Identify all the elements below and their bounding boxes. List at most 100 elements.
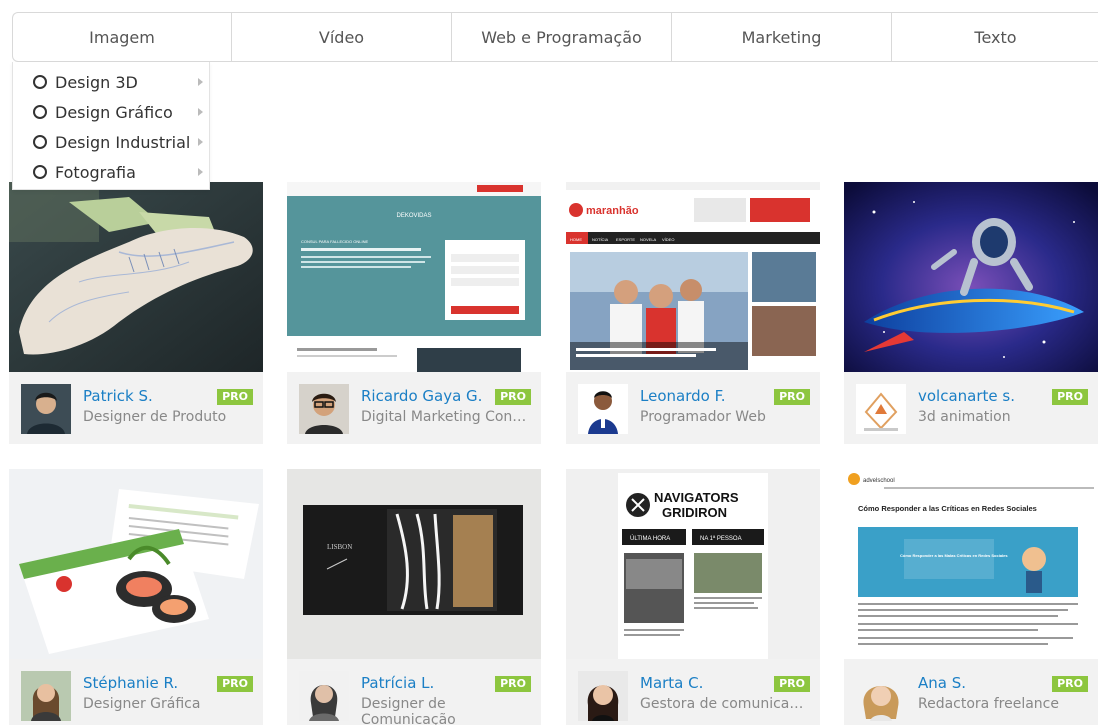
pro-badge: PRO xyxy=(1052,389,1088,405)
pro-badge: PRO xyxy=(774,676,810,692)
portfolio-thumbnail[interactable]: DEKOVIDAS CONSUL PARA FALLECIDO ONLINE xyxy=(287,182,541,372)
freelancer-name[interactable]: volcanarte s. xyxy=(918,387,1015,405)
thumb-banner-text: Cómo Responder a las Malas Críticas en R… xyxy=(900,553,1008,558)
thumb-headline: Cómo Responder a las Críticas en Redes S… xyxy=(858,504,1037,513)
newsletter-design-image: NAVIGATORS GRIDIRON ÚLTIMA HORA NA 1ª PE… xyxy=(566,469,820,659)
freelancer-role: Designer de Comunicação xyxy=(361,696,456,725)
radio-icon xyxy=(33,165,47,179)
thumb-logo: maranhão xyxy=(586,205,639,217)
pro-badge: PRO xyxy=(217,676,253,692)
freelancer-name[interactable]: Ana S. xyxy=(918,674,966,692)
avatar[interactable] xyxy=(299,671,349,721)
dropdown-item-label: Fotografia xyxy=(55,162,136,182)
chevron-right-icon xyxy=(198,78,203,86)
chevron-right-icon xyxy=(198,168,203,176)
portfolio-thumbnail[interactable]: NAVIGATORS GRIDIRON ÚLTIMA HORA NA 1ª PE… xyxy=(566,469,820,659)
chevron-right-icon xyxy=(198,108,203,116)
freelancer-name[interactable]: Ricardo Gaya G. xyxy=(361,387,482,405)
sushi-flyer-image xyxy=(9,469,263,659)
pro-badge: PRO xyxy=(774,389,810,405)
pro-badge: PRO xyxy=(1052,676,1088,692)
card-info: Patrícia L. Designer de Comunicação PRO xyxy=(287,659,541,725)
freelancer-role: Programador Web xyxy=(640,409,766,425)
blog-article-image: advelschool Cómo Responder a las Crítica… xyxy=(844,469,1098,659)
thumb-subtitle: CONSUL PARA FALLECIDO ONLINE xyxy=(301,239,368,244)
avatar[interactable] xyxy=(578,671,628,721)
tab-marketing[interactable]: Marketing xyxy=(672,13,892,61)
news-website-image: maranhão HOME NOTÍCIA ESPORTE NOVELA VÍD… xyxy=(566,182,820,372)
portfolio-thumbnail[interactable] xyxy=(844,182,1098,372)
dropdown-item-label: Design Industrial xyxy=(55,132,191,152)
3d-spaceship-image xyxy=(844,182,1098,372)
avatar-image xyxy=(299,671,349,721)
pro-badge: PRO xyxy=(217,389,253,405)
thumb-menu-item: NOVELA xyxy=(640,237,657,242)
tab-texto[interactable]: Texto xyxy=(892,13,1098,61)
freelancer-name[interactable]: Leonardo F. xyxy=(640,387,726,405)
packaging-design-image: LISBON xyxy=(287,469,541,659)
radio-icon xyxy=(33,135,47,149)
radio-icon xyxy=(33,105,47,119)
thumb-menu-item: HOME xyxy=(570,237,582,242)
thumb-tab: ÚLTIMA HORA xyxy=(630,535,670,542)
thumb-subtitle: GRIDIRON xyxy=(662,505,727,520)
thumb-title: NAVIGATORS xyxy=(654,490,739,505)
avatar-image xyxy=(21,671,71,721)
thumb-menu-item: ESPORTE xyxy=(616,237,635,242)
avatar-image xyxy=(856,671,906,721)
website-screenshot-image: DEKOVIDAS CONSUL PARA FALLECIDO ONLINE xyxy=(287,182,541,372)
thumb-tab: NA 1ª PESSOA xyxy=(700,535,742,542)
freelancer-role: 3d animation xyxy=(918,409,1011,425)
freelancer-role: Gestora de comunicação ... xyxy=(640,696,810,712)
freelancer-role: Designer de Produto xyxy=(83,409,227,425)
portfolio-thumbnail[interactable]: advelschool Cómo Responder a las Crítica… xyxy=(844,469,1098,659)
freelancer-name[interactable]: Patrick S. xyxy=(83,387,153,405)
freelancer-name[interactable]: Marta C. xyxy=(640,674,703,692)
tab-imagem[interactable]: Imagem xyxy=(13,13,232,61)
subcategory-dropdown: Design 3D Design Gráfico Design Industri… xyxy=(12,62,210,190)
dropdown-item-design-industrial[interactable]: Design Industrial xyxy=(13,127,209,157)
thumb-menu-item: NOTÍCIA xyxy=(592,237,609,242)
dropdown-item-label: Design 3D xyxy=(55,72,138,92)
avatar[interactable] xyxy=(21,384,71,434)
chevron-right-icon xyxy=(198,138,203,146)
dropdown-item-design-3d[interactable]: Design 3D xyxy=(13,67,209,97)
freelancer-name[interactable]: Stéphanie R. xyxy=(83,674,178,692)
portfolio-thumbnail[interactable]: LISBON xyxy=(287,469,541,659)
card-info: Ana S. Redactora freelance PRO xyxy=(844,659,1098,725)
portfolio-thumbnail[interactable] xyxy=(9,182,263,372)
pro-badge: PRO xyxy=(495,389,531,405)
dropdown-item-design-grafico[interactable]: Design Gráfico xyxy=(13,97,209,127)
avatar-image xyxy=(299,384,349,434)
thumb-logo: advelschool xyxy=(863,478,895,484)
freelancer-role: Redactora freelance xyxy=(918,696,1059,712)
avatar[interactable] xyxy=(578,384,628,434)
avatar[interactable] xyxy=(856,384,906,434)
avatar-image xyxy=(856,384,906,434)
radio-icon xyxy=(33,75,47,89)
dropdown-item-label: Design Gráfico xyxy=(55,102,173,122)
thumb-logo: LISBON xyxy=(327,543,352,551)
tab-web-programacao[interactable]: Web e Programação xyxy=(452,13,672,61)
tab-video[interactable]: Vídeo xyxy=(232,13,452,61)
avatar-image xyxy=(21,384,71,434)
freelancer-name[interactable]: Patrícia L. xyxy=(361,674,434,692)
freelancer-role: Designer Gráfica xyxy=(83,696,201,712)
category-tabs: Imagem Vídeo Web e Programação Marketing… xyxy=(12,12,1098,62)
avatar[interactable] xyxy=(299,384,349,434)
card-info: volcanarte s. 3d animation PRO xyxy=(844,372,1098,444)
thumb-title: DEKOVIDAS xyxy=(396,213,431,219)
card-info: Ricardo Gaya G. Digital Marketing Consu.… xyxy=(287,372,541,444)
dropdown-item-fotografia[interactable]: Fotografia xyxy=(13,157,209,187)
avatar[interactable] xyxy=(21,671,71,721)
card-info: Patrick S. Designer de Produto PRO xyxy=(9,372,263,444)
portfolio-thumbnail[interactable] xyxy=(9,469,263,659)
card-info: Marta C. Gestora de comunicação ... PRO xyxy=(566,659,820,725)
card-info: Stéphanie R. Designer Gráfica PRO xyxy=(9,659,263,725)
freelancer-role: Digital Marketing Consu... xyxy=(361,409,531,425)
shoe-prototype-image xyxy=(9,182,263,372)
portfolio-thumbnail[interactable]: maranhão HOME NOTÍCIA ESPORTE NOVELA VÍD… xyxy=(566,182,820,372)
thumb-menu-item: VÍDEO xyxy=(662,237,674,242)
pro-badge: PRO xyxy=(495,676,531,692)
avatar[interactable] xyxy=(856,671,906,721)
